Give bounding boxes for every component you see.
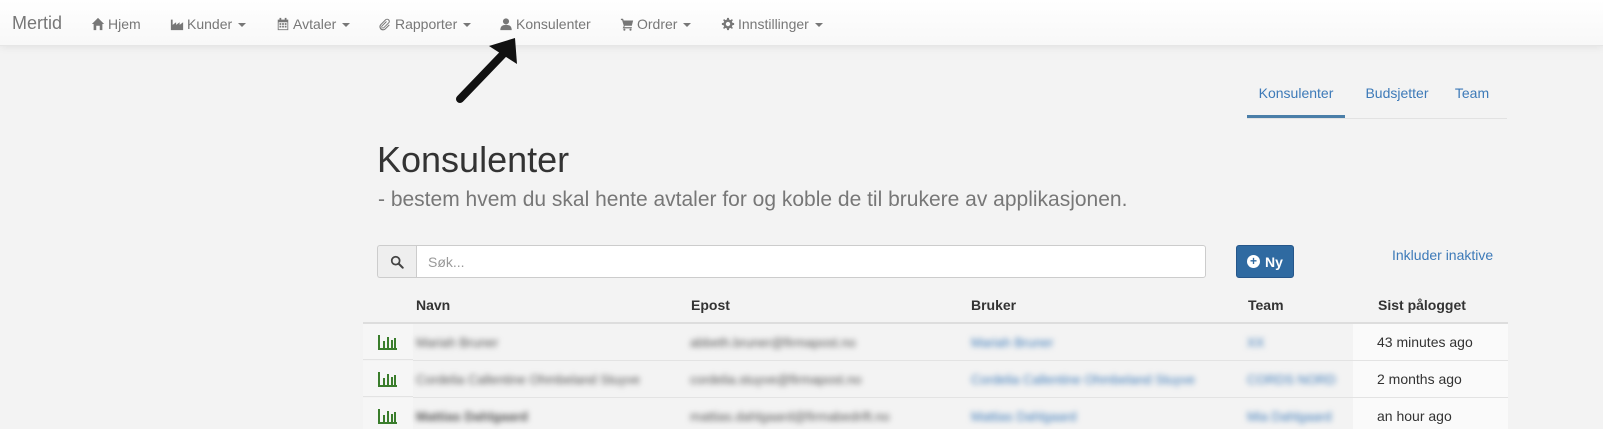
cell-user-link[interactable]: Cordelia Callentine Ohmbeland Stuyve xyxy=(971,372,1195,387)
search-input[interactable] xyxy=(416,245,1206,278)
new-button-label: Ny xyxy=(1265,253,1283,270)
row-divider xyxy=(413,360,1508,361)
nav-item-label: Hjem xyxy=(108,16,141,32)
include-inactive-link[interactable]: Inkluder inaktive xyxy=(1392,247,1493,263)
nav-item-kunder[interactable]: Kunder xyxy=(169,14,247,34)
brand-logo[interactable]: Mertid xyxy=(12,13,62,34)
nav-item-hjem[interactable]: Hjem xyxy=(90,14,141,34)
new-consultant-button[interactable]: + Ny xyxy=(1236,245,1294,278)
cell-last-login: 2 months ago xyxy=(1377,371,1462,387)
subtab-bar: Konsulenter Budsjetter Team xyxy=(1247,70,1507,119)
cell-email: mattias.dahlgaard@firmabedrift.no xyxy=(690,409,890,424)
nav-item-label: Avtaler xyxy=(293,16,337,32)
cart-icon xyxy=(619,17,634,32)
nav-item-avtaler[interactable]: Avtaler xyxy=(275,14,351,34)
caret-down-icon xyxy=(814,23,823,27)
nav-item-konsulenter[interactable]: Konsulenter xyxy=(498,14,591,34)
search-group xyxy=(377,245,1206,278)
cell-email: abbeth.bruner@firmapost.no xyxy=(690,335,856,350)
cell-last-login: an hour ago xyxy=(1377,408,1452,424)
cell-name: Cordelia Callentine Ohmbeland Stuyve xyxy=(416,372,641,387)
calendar-icon xyxy=(275,17,290,32)
caret-down-icon xyxy=(463,23,472,27)
caret-down-icon xyxy=(342,23,351,27)
nav-item-label: Rapporter xyxy=(395,16,458,32)
cell-user-link[interactable]: Mariah Bruner xyxy=(971,335,1053,350)
column-header-email[interactable]: Epost xyxy=(691,297,730,313)
column-header-user[interactable]: Bruker xyxy=(971,297,1016,313)
caret-down-icon xyxy=(683,23,692,27)
plus-circle-icon: + xyxy=(1247,255,1261,268)
nav-item-label: Konsulenter xyxy=(516,16,591,32)
home-icon xyxy=(90,17,105,32)
cell-name: Mariah Bruner xyxy=(416,335,499,350)
cell-team-link[interactable]: XX xyxy=(1247,335,1264,350)
stats-chart-icon[interactable] xyxy=(363,324,413,360)
industry-icon xyxy=(169,17,184,32)
annotation-arrow-icon xyxy=(456,38,517,103)
cell-user-link[interactable]: Mattias Dahlgaard xyxy=(971,409,1077,424)
table-header-divider xyxy=(363,322,1508,324)
cell-last-login: 43 minutes ago xyxy=(1377,334,1473,350)
tab-konsulenter[interactable]: Konsulenter xyxy=(1247,70,1345,118)
tab-team[interactable]: Team xyxy=(1447,70,1497,118)
stats-chart-icon[interactable] xyxy=(363,398,413,429)
nav-item-label: Ordrer xyxy=(637,16,678,32)
user-icon xyxy=(498,17,513,32)
tab-budsjetter[interactable]: Budsjetter xyxy=(1355,70,1439,118)
nav-item-ordrer[interactable]: Ordrer xyxy=(619,14,692,34)
stats-chart-icon[interactable] xyxy=(363,361,413,397)
column-header-name[interactable]: Navn xyxy=(416,297,450,313)
gear-icon xyxy=(720,17,735,32)
row-divider xyxy=(413,397,1508,398)
paperclip-icon xyxy=(377,17,392,32)
page-title: Konsulenter xyxy=(377,139,570,180)
search-icon xyxy=(377,245,416,278)
column-header-last-login[interactable]: Sist pålogget xyxy=(1378,297,1466,313)
nav-item-label: Kunder xyxy=(187,16,233,32)
cell-name: Mattias Dahlgaard xyxy=(416,409,528,424)
nav-item-label: Innstillinger xyxy=(738,16,809,32)
cell-email: cordelia.stuyve@firmapost.no xyxy=(690,372,862,387)
cell-team-link[interactable]: Mia Dahlgaard xyxy=(1247,409,1332,424)
column-header-team[interactable]: Team xyxy=(1248,297,1284,313)
page-subtitle: - bestem hvem du skal hente avtaler for … xyxy=(378,188,1128,211)
cell-team-link[interactable]: CORDS NORD xyxy=(1247,372,1336,387)
nav-item-rapporter[interactable]: Rapporter xyxy=(377,14,472,34)
top-navbar: Mertid Hjem Kunder Avtaler Rapporter Kon… xyxy=(0,0,1603,46)
caret-down-icon xyxy=(238,23,247,27)
nav-item-innstillinger[interactable]: Innstillinger xyxy=(720,14,823,34)
